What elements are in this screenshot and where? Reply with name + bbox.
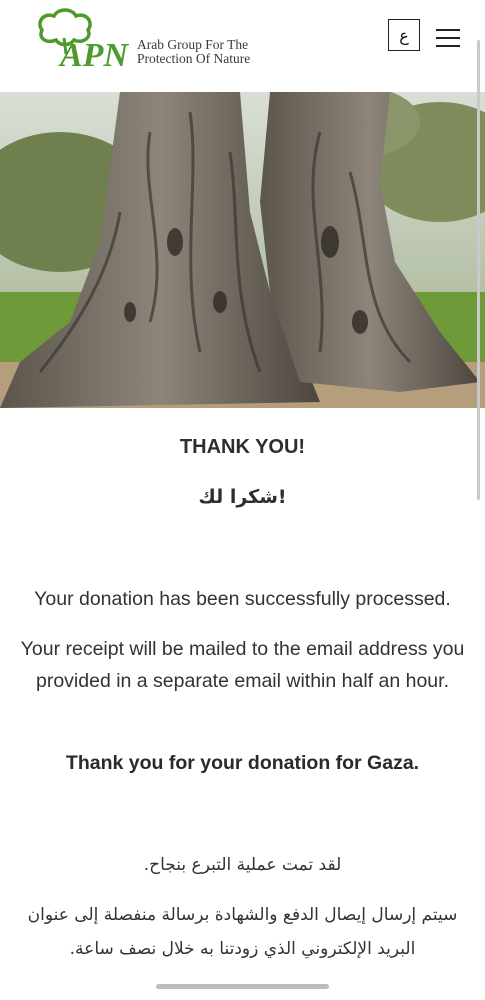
home-indicator[interactable] [156, 984, 329, 989]
apn-logo-mark: APN [38, 8, 129, 72]
olive-tree-illustration [0, 92, 485, 408]
hero-image [0, 92, 485, 408]
org-name: Arab Group For The Protection Of Nature [137, 38, 250, 66]
language-toggle-button[interactable]: ع [388, 19, 420, 51]
org-name-line1: Arab Group For The [137, 37, 249, 52]
receipt-info-text-arabic: سيتم إرسال إيصال الدفع والشهادة برسالة م… [27, 905, 458, 959]
thank-you-heading-arabic: شكرا لك! [198, 486, 287, 508]
receipt-info-text: Your receipt will be mailed to the email… [20, 638, 465, 692]
logo-apn-text: APN [58, 37, 129, 72]
apn-logo[interactable]: APN Arab Group For The Protection Of Nat… [34, 8, 259, 72]
thank-you-heading: THANK YOU! [179, 436, 306, 458]
org-name-line2: Protection Of Nature [137, 51, 251, 66]
donation-processed-text-arabic: لقد تمت عملية التبرع بنجاح. [143, 855, 342, 875]
language-toggle-label: ع [399, 25, 409, 45]
site-header: APN Arab Group For The Protection Of Nat… [0, 0, 485, 92]
hamburger-menu-icon[interactable] [436, 27, 460, 49]
donation-processed-text: Your donation has been successfully proc… [34, 588, 451, 610]
scrollbar[interactable] [477, 40, 480, 500]
gaza-thanks-text: Thank you for your donation for Gaza. [65, 752, 420, 774]
